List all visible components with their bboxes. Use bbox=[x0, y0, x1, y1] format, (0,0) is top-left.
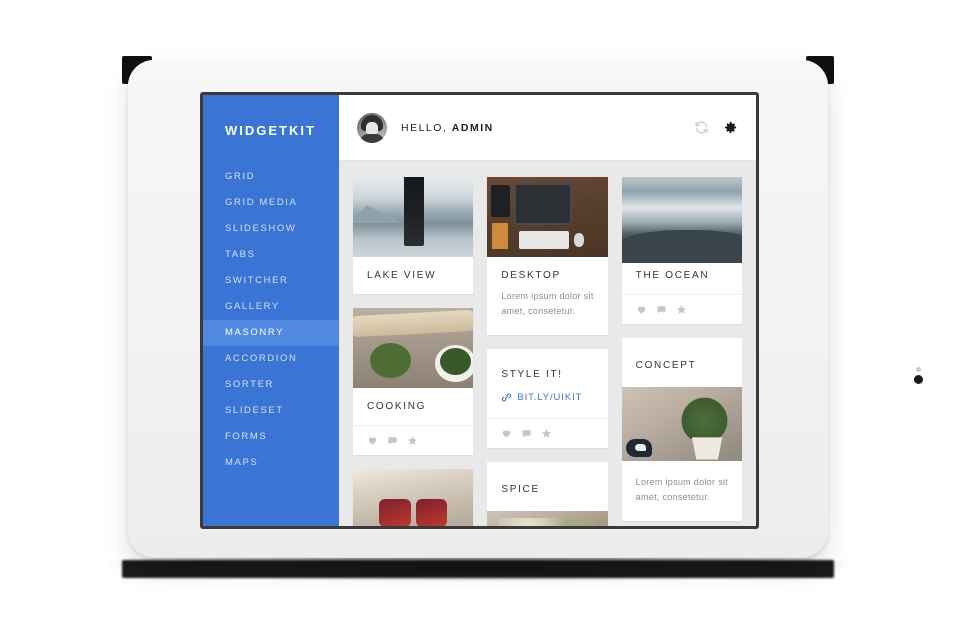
card-title: SPICE bbox=[501, 484, 540, 495]
sidebar-item-sorter[interactable]: SORTER bbox=[203, 372, 339, 398]
sidebar: WIDGETKIT GRID GRID MEDIA SLIDESHOW TABS… bbox=[203, 95, 339, 526]
brand-title: WIDGETKIT bbox=[225, 123, 316, 138]
card-title: COOKING bbox=[367, 401, 427, 412]
card-spice[interactable]: SPICE bbox=[487, 462, 608, 526]
lake-view-photo bbox=[353, 177, 474, 257]
card-meta bbox=[487, 418, 608, 448]
rolling-pin-shape bbox=[353, 309, 474, 337]
gear-icon[interactable] bbox=[723, 120, 738, 135]
card-title: CONCEPT bbox=[635, 360, 697, 371]
desktop-mouse-shape bbox=[573, 233, 584, 248]
card-concept[interactable]: CONCEPT Lorem ipsum dolor sit amet, cons… bbox=[621, 338, 742, 521]
card-desktop[interactable]: DESKTOP Lorem ipsum dolor sit amet, cons… bbox=[487, 177, 608, 335]
desktop-keyboard-shape bbox=[518, 231, 570, 249]
card-title: STYLE IT! bbox=[501, 369, 563, 380]
concept-badge-inner bbox=[635, 443, 647, 451]
lake-mountain-shape bbox=[353, 205, 404, 224]
star-icon[interactable] bbox=[407, 435, 418, 446]
sidebar-item-forms[interactable]: FORMS bbox=[203, 424, 339, 450]
sunglasses-photo bbox=[353, 469, 474, 526]
sidebar-item-slideshow[interactable]: SLIDESHOW bbox=[203, 216, 339, 242]
concept-pot-shape bbox=[691, 437, 723, 460]
screenshot-canvas: WIDGETKIT GRID GRID MEDIA SLIDESHOW TABS… bbox=[0, 0, 960, 640]
concept-badge-icon bbox=[626, 438, 653, 457]
card-the-ocean[interactable]: THE OCEAN bbox=[621, 177, 742, 324]
card-title: LAKE VIEW bbox=[367, 270, 437, 281]
link-icon bbox=[502, 393, 512, 402]
card-style-it[interactable]: STYLE IT! BIT.LY/UIKIT bbox=[487, 349, 608, 448]
concept-photo bbox=[621, 387, 742, 461]
desktop-monitor-shape bbox=[513, 183, 572, 225]
masonry-grid: LAKE VIEW COOKING DESKTOP Lorem ipsum do… bbox=[339, 161, 756, 526]
card-sunglasses[interactable] bbox=[353, 469, 474, 526]
comment-icon[interactable] bbox=[521, 428, 532, 439]
spice-photo bbox=[487, 511, 608, 526]
sidebar-item-gallery[interactable]: GALLERY bbox=[203, 294, 339, 320]
sunglass-lens-right bbox=[415, 498, 447, 526]
sidebar-item-grid[interactable]: GRID bbox=[203, 164, 339, 190]
masonry-column-3: THE OCEAN CONCEPT Lorem ipsum dolor sit … bbox=[621, 177, 742, 521]
ambient-sensor-icon bbox=[916, 367, 921, 372]
card-meta bbox=[621, 294, 742, 324]
card-body: Lorem ipsum dolor sit amet, consetetur. bbox=[501, 291, 594, 316]
card-cooking[interactable]: COOKING bbox=[353, 308, 474, 455]
greeting: HELLO, ADMIN bbox=[401, 122, 494, 134]
sidebar-item-switcher[interactable]: SWITCHER bbox=[203, 268, 339, 294]
bowl-contents-shape bbox=[439, 348, 471, 376]
device-base-shadow bbox=[122, 560, 834, 578]
greeting-user: ADMIN bbox=[451, 121, 494, 134]
greeting-prefix: HELLO, bbox=[401, 121, 452, 134]
cooking-photo bbox=[353, 308, 474, 388]
star-icon[interactable] bbox=[676, 304, 687, 315]
sidebar-item-accordion[interactable]: ACCORDION bbox=[203, 346, 339, 372]
spice-bokeh-shape bbox=[499, 518, 596, 526]
topbar-actions bbox=[694, 120, 738, 135]
desktop-photo bbox=[487, 177, 608, 257]
heart-icon[interactable] bbox=[636, 304, 647, 315]
masonry-column-1: LAKE VIEW COOKING bbox=[353, 177, 474, 526]
concept-plant-shape bbox=[679, 392, 730, 439]
sidebar-item-maps[interactable]: MAPS bbox=[203, 450, 339, 476]
masonry-column-2: DESKTOP Lorem ipsum dolor sit amet, cons… bbox=[487, 177, 608, 526]
sunglass-lens-left bbox=[379, 498, 411, 526]
ocean-photo bbox=[621, 177, 742, 264]
tablet-screen: WIDGETKIT GRID GRID MEDIA SLIDESHOW TABS… bbox=[203, 95, 756, 526]
sidebar-item-masonry[interactable]: MASONRY bbox=[203, 320, 339, 346]
card-lake-view[interactable]: LAKE VIEW bbox=[353, 177, 474, 294]
comment-icon[interactable] bbox=[387, 435, 398, 446]
ocean-rock-shape bbox=[621, 229, 742, 264]
star-icon[interactable] bbox=[541, 428, 552, 439]
card-link-label: BIT.LY/UIKIT bbox=[517, 392, 583, 403]
heart-icon[interactable] bbox=[501, 428, 512, 439]
card-body: Lorem ipsum dolor sit amet, consetetur. bbox=[635, 477, 728, 502]
sidebar-item-slideset[interactable]: SLIDESET bbox=[203, 398, 339, 424]
refresh-icon[interactable] bbox=[694, 120, 709, 135]
front-camera-icon bbox=[914, 375, 923, 384]
card-title: DESKTOP bbox=[501, 270, 561, 281]
desktop-notebook-shape bbox=[492, 223, 508, 249]
main-area: HELLO, ADMIN LAKE VIEW COOKING DESKTOP L… bbox=[339, 95, 756, 526]
comment-icon[interactable] bbox=[656, 304, 667, 315]
avatar[interactable] bbox=[357, 112, 387, 143]
sidebar-item-grid-media[interactable]: GRID MEDIA bbox=[203, 190, 339, 216]
avatar-body bbox=[360, 133, 384, 143]
sidebar-nav: GRID GRID MEDIA SLIDESHOW TABS SWITCHER … bbox=[203, 164, 339, 476]
desktop-tablet-shape bbox=[490, 185, 511, 217]
card-meta bbox=[353, 425, 474, 455]
topbar: HELLO, ADMIN bbox=[339, 95, 756, 161]
card-link[interactable]: BIT.LY/UIKIT bbox=[487, 384, 607, 418]
greens-shape bbox=[369, 343, 411, 379]
sidebar-item-tabs[interactable]: TABS bbox=[203, 242, 339, 268]
heart-icon[interactable] bbox=[367, 435, 378, 446]
lake-person-shape bbox=[403, 177, 424, 246]
